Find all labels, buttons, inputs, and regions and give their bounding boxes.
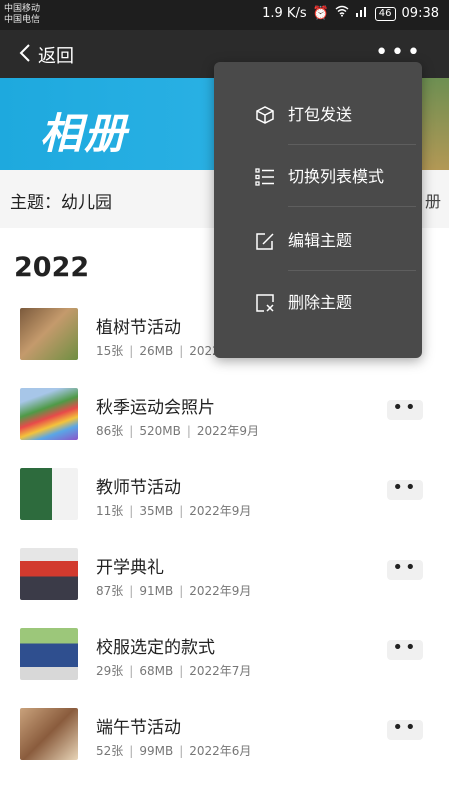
album-title: 教师节活动 bbox=[96, 478, 181, 498]
edit-icon bbox=[254, 230, 276, 252]
menu-divider bbox=[288, 206, 416, 207]
signal-icon bbox=[355, 5, 369, 23]
year-heading: 2022 bbox=[14, 252, 90, 283]
back-button[interactable]: 返回 bbox=[18, 42, 74, 68]
carrier-1: 中国移动 bbox=[4, 4, 41, 14]
album-count: 29张 bbox=[96, 664, 124, 678]
package-icon bbox=[254, 104, 276, 126]
album-thumbnail bbox=[20, 548, 78, 600]
chevron-left-icon bbox=[18, 43, 32, 68]
album-title: 秋季运动会照片 bbox=[96, 398, 215, 418]
album-size: 26MB bbox=[139, 344, 174, 358]
album-size: 520MB bbox=[139, 424, 181, 438]
menu-item-delete-theme[interactable]: 删除主题 bbox=[214, 272, 422, 334]
album-size: 99MB bbox=[139, 744, 174, 758]
clock: 09:38 bbox=[401, 6, 439, 21]
delete-icon bbox=[254, 292, 276, 314]
album-date: 2022年6月 bbox=[189, 744, 252, 758]
menu-item-package-send[interactable]: 打包发送 bbox=[214, 84, 422, 146]
menu-item-label: 编辑主题 bbox=[288, 231, 353, 250]
album-count: 87张 bbox=[96, 584, 124, 598]
album-meta: 15张 | 26MB | 2022年 bbox=[96, 344, 232, 358]
album-item[interactable]: 端午节活动 52张 | 99MB | 2022年6月 •• bbox=[0, 700, 449, 770]
menu-item-label: 删除主题 bbox=[288, 293, 353, 312]
album-date: 2022年7月 bbox=[189, 664, 252, 678]
album-title: 端午节活动 bbox=[96, 718, 181, 738]
album-size: 91MB bbox=[139, 584, 174, 598]
album-thumbnail bbox=[20, 708, 78, 760]
banner-title: 相册 bbox=[40, 109, 129, 158]
album-thumbnail bbox=[20, 308, 78, 360]
album-meta: 86张 | 520MB | 2022年9月 bbox=[96, 424, 260, 438]
more-options-button[interactable]: •• bbox=[387, 399, 423, 420]
back-label: 返回 bbox=[38, 46, 74, 67]
banner-photo bbox=[419, 78, 449, 170]
more-options-button[interactable]: •• bbox=[387, 639, 423, 660]
theme-label: 主题：幼儿园 bbox=[10, 193, 112, 213]
album-size: 68MB bbox=[139, 664, 174, 678]
album-count: 52张 bbox=[96, 744, 124, 758]
status-indicators: 1.9 K/s ⏰ 46 09:38 bbox=[262, 5, 439, 23]
album-date: 2022年9月 bbox=[196, 424, 260, 438]
more-dots-icon[interactable]: ••• bbox=[375, 42, 423, 64]
album-thumbnail bbox=[20, 628, 78, 680]
battery-indicator: 46 bbox=[374, 7, 396, 21]
network-speed: 1.9 K/s bbox=[262, 6, 307, 21]
menu-divider bbox=[288, 144, 416, 145]
carrier-2: 中国电信 bbox=[4, 15, 41, 25]
album-meta: 11张 | 35MB | 2022年9月 bbox=[96, 504, 252, 518]
menu-item-switch-list-mode[interactable]: 切换列表模式 bbox=[214, 146, 422, 208]
album-thumbnail bbox=[20, 388, 78, 440]
album-date: 2022年9月 bbox=[189, 584, 252, 598]
album-title: 校服选定的款式 bbox=[96, 638, 215, 658]
list-icon bbox=[254, 166, 276, 188]
album-date: 2022年9月 bbox=[189, 504, 252, 518]
more-options-button[interactable]: •• bbox=[387, 559, 423, 580]
more-options-button[interactable]: •• bbox=[387, 719, 423, 740]
album-count: 15张 bbox=[96, 344, 124, 358]
menu-item-label: 切换列表模式 bbox=[288, 167, 385, 186]
album-item[interactable]: 教师节活动 11张 | 35MB | 2022年9月 •• bbox=[0, 460, 449, 530]
album-count: 86张 bbox=[96, 424, 124, 438]
album-item[interactable]: 校服选定的款式 29张 | 68MB | 2022年7月 •• bbox=[0, 620, 449, 690]
popup-menu: 打包发送 切换列表模式 编辑主题 删除主题 bbox=[214, 62, 422, 358]
album-size: 35MB bbox=[139, 504, 174, 518]
album-item[interactable]: 秋季运动会照片 86张 | 520MB | 2022年9月 •• bbox=[0, 380, 449, 450]
album-title: 开学典礼 bbox=[96, 558, 164, 578]
album-title: 植树节活动 bbox=[96, 318, 181, 338]
album-count: 11张 bbox=[96, 504, 124, 518]
more-options-button[interactable]: •• bbox=[387, 479, 423, 500]
album-item[interactable]: 开学典礼 87张 | 91MB | 2022年9月 •• bbox=[0, 540, 449, 610]
status-bar: 中国移动 中国电信 1.9 K/s ⏰ 46 09:38 bbox=[0, 0, 449, 30]
album-meta: 29张 | 68MB | 2022年7月 bbox=[96, 664, 252, 678]
theme-action-fragment[interactable]: 册 bbox=[425, 188, 441, 212]
album-meta: 87张 | 91MB | 2022年9月 bbox=[96, 584, 252, 598]
menu-divider bbox=[288, 270, 416, 271]
album-meta: 52张 | 99MB | 2022年6月 bbox=[96, 744, 252, 758]
menu-item-edit-theme[interactable]: 编辑主题 bbox=[214, 210, 422, 272]
alarm-icon: ⏰ bbox=[312, 6, 329, 21]
wifi-icon bbox=[335, 5, 349, 23]
album-thumbnail bbox=[20, 468, 78, 520]
menu-item-label: 打包发送 bbox=[288, 105, 353, 124]
